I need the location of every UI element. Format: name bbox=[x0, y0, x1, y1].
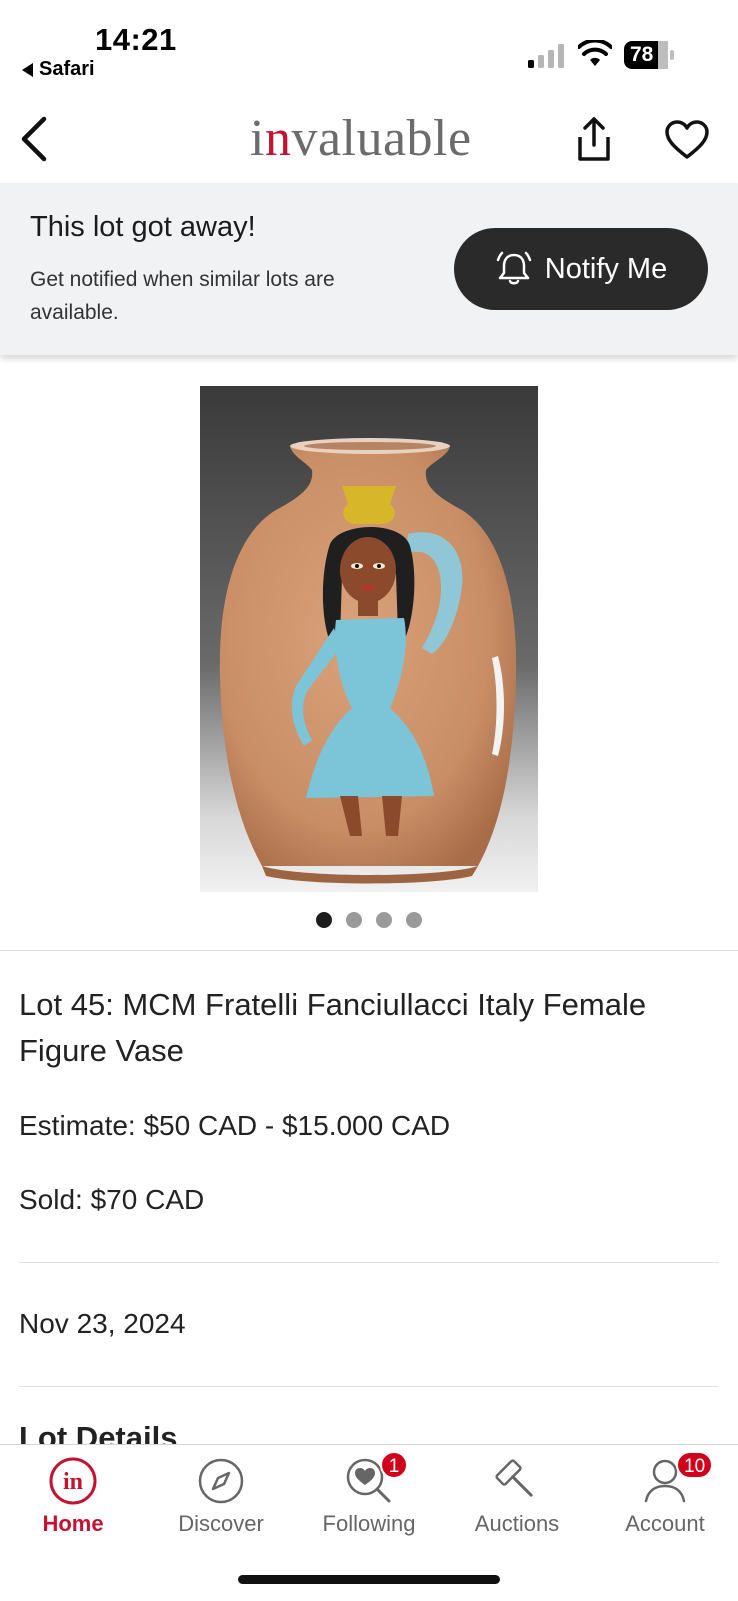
lot-image[interactable] bbox=[200, 386, 538, 892]
account-badge: 10 bbox=[676, 1451, 714, 1479]
tab-home[interactable]: in Home bbox=[8, 1455, 138, 1565]
image-pagination bbox=[0, 912, 738, 928]
share-icon[interactable] bbox=[572, 115, 616, 163]
bell-icon bbox=[496, 251, 531, 285]
tab-home-label: Home bbox=[42, 1511, 104, 1536]
banner-title: This lot got away! bbox=[30, 211, 256, 243]
divider bbox=[19, 1386, 719, 1387]
back-app-label: Safari bbox=[39, 58, 95, 80]
app-header: invaluable bbox=[0, 95, 738, 183]
back-triangle-icon bbox=[22, 62, 33, 77]
lot-date: Nov 23, 2024 bbox=[19, 1308, 186, 1339]
tab-discover[interactable]: Discover bbox=[156, 1455, 286, 1565]
lot-estimate: Estimate: $50 CAD - $15.000 CAD bbox=[19, 1110, 451, 1141]
gavel-icon bbox=[495, 1459, 533, 1497]
compass-icon bbox=[198, 1458, 244, 1504]
cellular-signal-icon bbox=[528, 44, 564, 68]
tab-account[interactable]: Account 10 bbox=[600, 1451, 730, 1565]
tab-account-label: Account bbox=[625, 1511, 705, 1536]
battery-icon: 78 bbox=[624, 41, 674, 69]
notify-me-button[interactable]: Notify Me bbox=[454, 228, 708, 310]
lot-title: Lot 45: MCM Fratelli Fanciullacci Italy … bbox=[19, 987, 647, 1068]
status-bar: 14:21 Safari 78 bbox=[0, 0, 738, 92]
wifi-icon bbox=[578, 40, 612, 66]
invaluable-logo[interactable]: invaluable bbox=[250, 109, 472, 168]
lot-ended-banner: This lot got away! Get notified when sim… bbox=[0, 183, 738, 355]
home-logo-icon: in bbox=[49, 1457, 97, 1505]
logo-letter-n: n bbox=[264, 110, 292, 167]
battery-level: 78 bbox=[630, 43, 654, 66]
vase-illustration bbox=[219, 438, 517, 884]
logo-rest: valuable bbox=[291, 110, 472, 167]
following-badge: 1 bbox=[380, 1451, 408, 1479]
status-time: 14:21 bbox=[95, 22, 177, 57]
tab-following-label: Following bbox=[322, 1511, 416, 1536]
tab-auctions-label: Auctions bbox=[474, 1511, 560, 1536]
notify-me-label: Notify Me bbox=[544, 252, 668, 285]
svg-text:in: in bbox=[63, 1469, 83, 1495]
home-indicator bbox=[238, 1575, 500, 1584]
tab-discover-label: Discover bbox=[178, 1511, 264, 1536]
divider bbox=[19, 1262, 719, 1263]
pagination-dot[interactable] bbox=[376, 912, 392, 928]
divider bbox=[0, 950, 738, 951]
favorite-heart-icon[interactable] bbox=[664, 119, 710, 161]
pagination-dot[interactable] bbox=[316, 912, 332, 928]
back-to-safari[interactable]: Safari bbox=[22, 58, 95, 81]
back-chevron-icon[interactable] bbox=[14, 113, 58, 165]
pagination-dot[interactable] bbox=[346, 912, 362, 928]
banner-text: Get notified when similar lots are avail… bbox=[30, 268, 335, 324]
tab-following[interactable]: Following 1 bbox=[304, 1451, 434, 1565]
pagination-dot[interactable] bbox=[406, 912, 422, 928]
lot-sold-price: Sold: $70 CAD bbox=[19, 1184, 205, 1215]
bottom-tab-bar: in Home Discover Following 1 Auctions Ac… bbox=[0, 1444, 738, 1601]
tab-auctions[interactable]: Auctions bbox=[452, 1455, 582, 1565]
logo-letter-i: i bbox=[250, 110, 265, 167]
